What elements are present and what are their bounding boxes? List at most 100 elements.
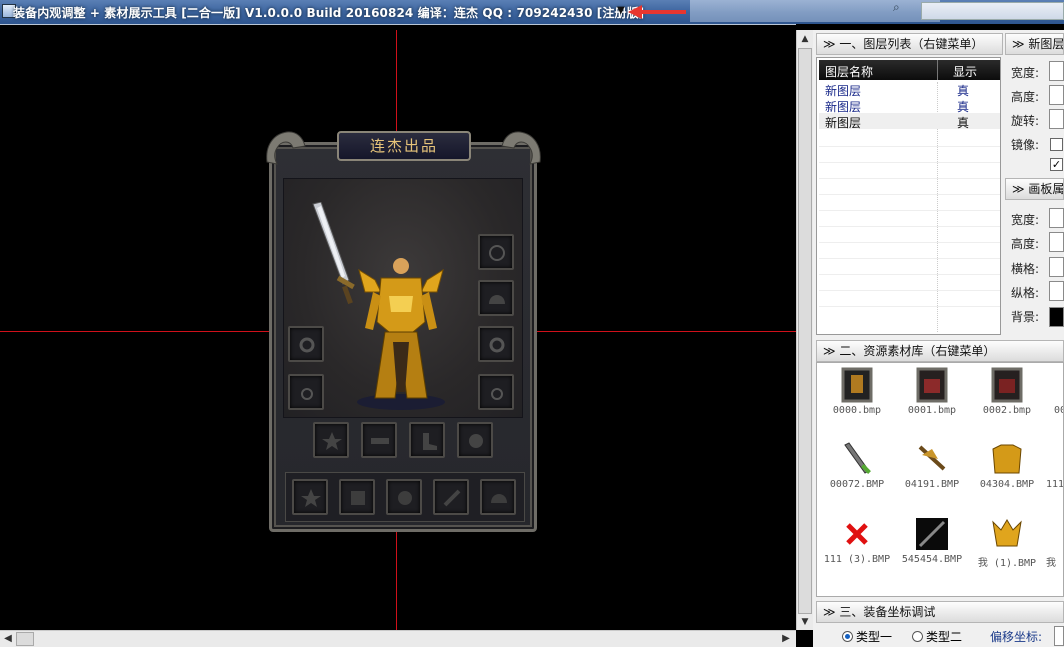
row-line <box>819 210 1000 211</box>
asset-filename: 0001.bmp <box>907 405 957 416</box>
asset-item[interactable]: 00072.BMP <box>817 439 897 509</box>
scroll-up-icon[interactable]: ▲ <box>798 31 812 47</box>
background-color-swatch[interactable] <box>1049 307 1064 327</box>
layer-rotate-input[interactable] <box>1049 109 1064 129</box>
asset-library[interactable]: 0000.bmp 0001.bmp 0002.bmp 00 00072.BMP … <box>816 362 1064 597</box>
mirror-checkbox[interactable] <box>1050 138 1063 151</box>
layer-row[interactable]: 新图层 真 <box>819 81 1000 98</box>
equip-slot-ring-left[interactable] <box>288 374 324 410</box>
equipment-panel[interactable]: 连杰出品 <box>263 126 544 533</box>
row-line <box>819 194 1000 195</box>
background-search-box <box>921 2 1064 20</box>
equip-slot-boots[interactable] <box>409 422 445 458</box>
equip-slot-gem[interactable] <box>457 422 493 458</box>
layer-height-input[interactable] <box>1049 85 1064 105</box>
layer-row-selected[interactable]: 新图层 真 <box>819 113 1000 130</box>
column-header-visible[interactable]: 显示 <box>953 63 977 80</box>
canvas-width-label: 宽度: <box>1011 213 1040 227</box>
option-checkbox[interactable]: ✓ <box>1050 158 1063 171</box>
asset-filename: 545454.BMP <box>901 554 963 565</box>
equip-slot-belt[interactable] <box>361 422 397 458</box>
asset-item[interactable]: 0000.bmp <box>817 365 897 435</box>
type1-radio[interactable] <box>842 631 853 642</box>
asset-item[interactable]: 545454.BMP <box>892 514 972 584</box>
canvas-height-label: 高度: <box>1011 237 1040 251</box>
row-line <box>819 274 1000 275</box>
mirror-label: 镜像: <box>1011 138 1040 152</box>
type1-label[interactable]: 类型一 <box>856 628 892 645</box>
canvas-height-input[interactable] <box>1049 232 1064 252</box>
extra-slot-5[interactable] <box>480 479 516 515</box>
chevron-down-icon[interactable]: ▼ <box>617 5 625 16</box>
asset-item[interactable]: 04304.BMP <box>967 439 1047 509</box>
canvas[interactable]: 连杰出品 <box>0 30 796 630</box>
frame-icon <box>991 367 1023 403</box>
row-line <box>819 146 1000 147</box>
offset-input[interactable] <box>1054 626 1064 646</box>
equip-slot-helmet[interactable] <box>478 280 514 316</box>
grid-y-input[interactable] <box>1049 281 1064 301</box>
type2-label[interactable]: 类型二 <box>926 628 962 645</box>
row-line <box>819 178 1000 179</box>
asset-item-partial[interactable]: 我 <box>1042 514 1063 584</box>
equipment-bottom-row <box>285 472 525 522</box>
search-icon: ⌕ <box>893 0 900 14</box>
asset-item[interactable]: 我 (1).BMP <box>967 514 1047 584</box>
asset-item[interactable]: 04191.BMP <box>892 439 972 509</box>
red-arrow-annotation-icon <box>628 5 686 19</box>
scroll-left-icon[interactable]: ◀ <box>0 631 16 647</box>
layer-list[interactable]: 图层名称 显示 新图层 真 新图层 真 新图层 真 <box>816 57 1001 335</box>
row-line <box>819 290 1000 291</box>
equip-slot-necklace[interactable] <box>478 234 514 270</box>
layer-list-header: ≫ 一、图层列表（右键菜单） <box>816 33 1003 55</box>
extra-slot-4[interactable] <box>433 479 469 515</box>
layer-width-input[interactable] <box>1049 61 1064 81</box>
layer-row[interactable]: 新图层 真 <box>819 97 1000 114</box>
sword-icon <box>312 202 355 305</box>
window-title: 装备内观调整 + 素材展示工具 [二合一版] V1.0.0.0 Build 20… <box>13 6 645 20</box>
extra-slot-2[interactable] <box>339 479 375 515</box>
row-line <box>819 226 1000 227</box>
asset-item-partial[interactable]: 111 <box>1042 439 1064 509</box>
width-label: 宽度: <box>1011 66 1040 80</box>
layer-visible: 真 <box>957 116 970 130</box>
asset-item[interactable]: 0002.bmp <box>967 365 1047 435</box>
asset-filename: 04191.BMP <box>904 479 960 490</box>
horizontal-scroll-thumb[interactable] <box>16 632 34 646</box>
row-line <box>819 242 1000 243</box>
layer-list-column-headers: 图层名称 显示 <box>819 60 1000 80</box>
asset-library-header: ≫ 二、资源素材库（右键菜单） <box>816 340 1064 362</box>
sword-icon <box>844 442 871 474</box>
column-header-name[interactable]: 图层名称 <box>825 63 873 80</box>
scroll-down-icon[interactable]: ▼ <box>798 614 812 630</box>
offset-label: 偏移坐标: <box>990 630 1043 644</box>
extra-slot-1[interactable] <box>292 479 328 515</box>
rotate-label: 旋转: <box>1011 114 1040 128</box>
equip-slot-medal[interactable] <box>313 422 349 458</box>
asset-item[interactable]: 0001.bmp <box>892 365 972 435</box>
equip-slot-bracelet-left[interactable] <box>288 326 324 362</box>
canvas-vertical-scrollbar[interactable]: ▲ ▼ <box>796 30 813 630</box>
asset-filename: 00072.BMP <box>829 479 885 490</box>
equipment-header: 连杰出品 <box>337 131 471 161</box>
asset-item-partial[interactable]: 00 <box>1042 365 1063 435</box>
asset-filename: 111 <box>1046 479 1064 490</box>
extra-slot-3[interactable] <box>386 479 422 515</box>
row-line <box>819 162 1000 163</box>
title-bar: 装备内观调整 + 素材展示工具 [二合一版] V1.0.0.0 Build 20… <box>0 0 1064 24</box>
asset-item[interactable]: 111 (3).BMP <box>817 514 897 584</box>
frame-icon <box>916 367 948 403</box>
equip-slot-ring-right[interactable] <box>478 374 514 410</box>
grid-x-label: 横格: <box>1011 262 1040 276</box>
scroll-right-icon[interactable]: ▶ <box>778 631 794 647</box>
type2-radio[interactable] <box>912 631 923 642</box>
ornament-left-icon <box>266 131 306 165</box>
vertical-scroll-thumb[interactable] <box>798 48 812 614</box>
coord-debug-header: ≫ 三、装备坐标调试 <box>816 601 1064 623</box>
canvas-props-header: ≫ 画板属 <box>1005 178 1064 200</box>
canvas-width-input[interactable] <box>1049 208 1064 228</box>
canvas-horizontal-scrollbar[interactable]: ◀ ▶ <box>0 630 796 647</box>
asset-filename: 00 <box>1054 405 1063 416</box>
grid-x-input[interactable] <box>1049 257 1064 277</box>
equip-slot-bracelet-right[interactable] <box>478 326 514 362</box>
